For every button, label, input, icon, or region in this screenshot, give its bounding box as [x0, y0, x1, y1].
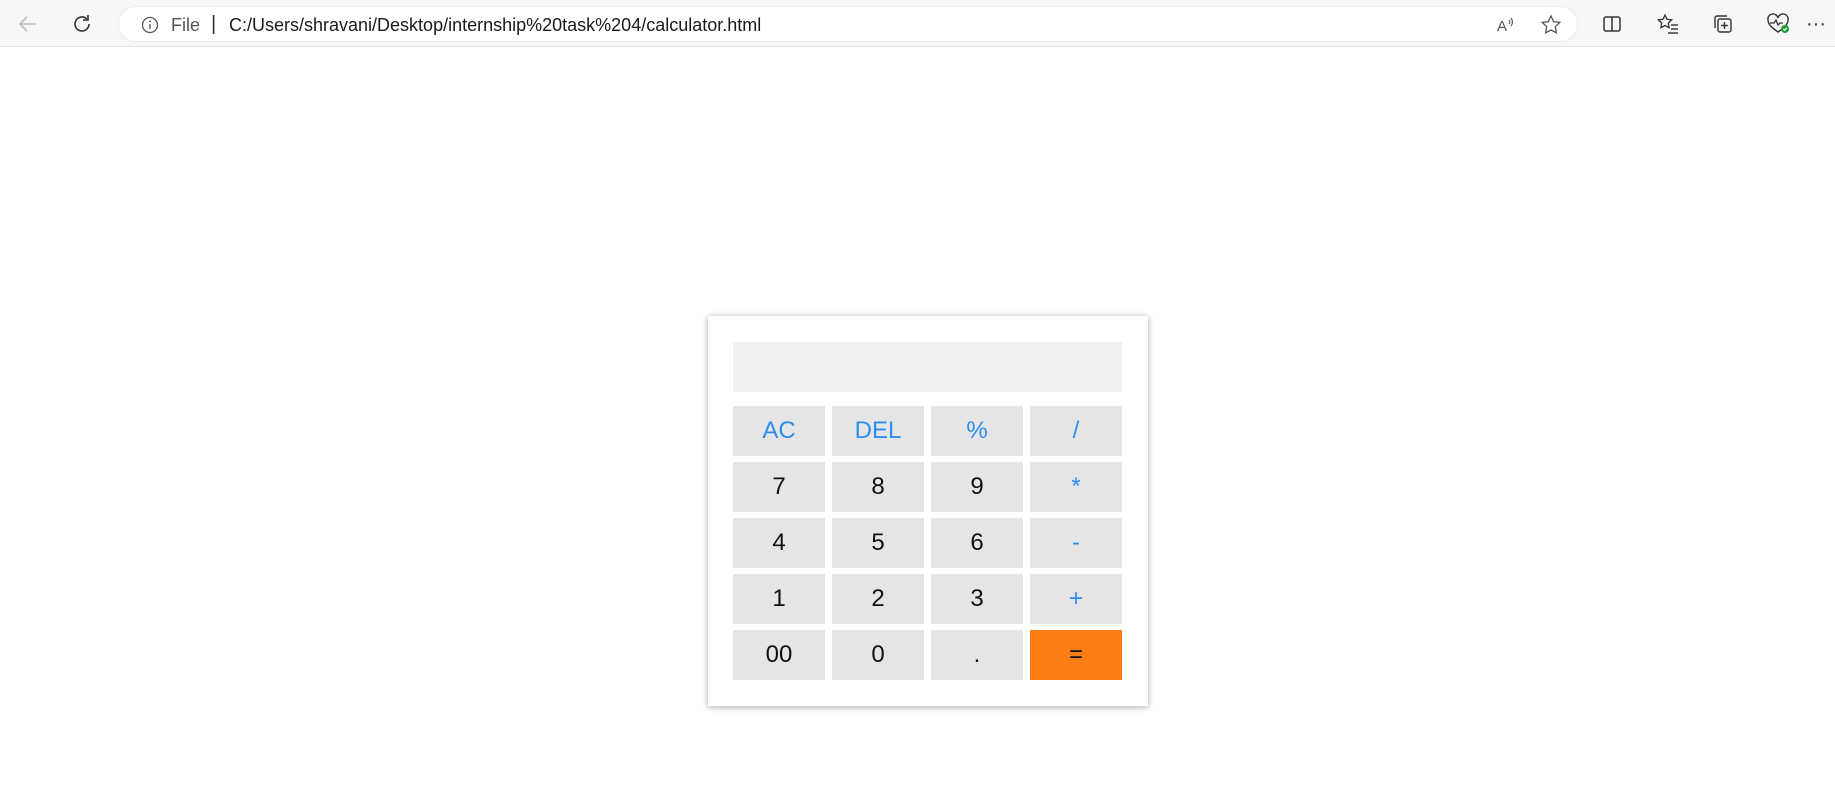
svg-text:A: A [1497, 18, 1507, 35]
key-2-button[interactable]: 2 [832, 574, 924, 624]
key-7-button[interactable]: 7 [733, 462, 825, 512]
collections-icon [1714, 15, 1732, 33]
key-6-button[interactable]: 6 [931, 518, 1023, 568]
address-separator: | [211, 13, 217, 35]
key-4-button[interactable]: 4 [733, 518, 825, 568]
key-clear-button[interactable]: AC [733, 406, 825, 456]
key-plus-button[interactable]: + [1030, 574, 1122, 624]
refresh-button[interactable] [64, 6, 100, 42]
collections-button[interactable] [1705, 6, 1741, 42]
split-screen-button[interactable] [1594, 6, 1630, 42]
favorites-button[interactable] [1650, 6, 1686, 42]
key-3-button[interactable]: 3 [931, 574, 1023, 624]
key-8-button[interactable]: 8 [832, 462, 924, 512]
key-9-button[interactable]: 9 [931, 462, 1023, 512]
browser-essentials-button[interactable] [1760, 6, 1796, 42]
calculator: AC DEL%/ 7 8 9 * 4 5 6- 1 2 3 +00 0. = [708, 316, 1148, 706]
read-aloud-icon[interactable]: A [1494, 13, 1518, 37]
key-percent-button[interactable]: % [931, 406, 1023, 456]
calculator-display[interactable] [733, 342, 1122, 392]
more-options-button[interactable]: ··· [1806, 6, 1835, 42]
heart-pulse-icon [1767, 13, 1789, 33]
key-delete-button[interactable]: DEL [832, 406, 924, 456]
favorites-list-icon [1657, 13, 1678, 34]
key-multiply-button[interactable]: * [1030, 462, 1122, 512]
refresh-icon [74, 15, 90, 32]
key-decimal-button[interactable]: . [931, 630, 1023, 680]
browser-toolbar: File | C:/Users/shravani/Desktop/interns… [0, 0, 1835, 47]
key-5-button[interactable]: 5 [832, 518, 924, 568]
key-equals-button[interactable]: = [1030, 630, 1122, 680]
favorite-star-icon[interactable] [1539, 13, 1563, 37]
address-url[interactable]: C:/Users/shravani/Desktop/internship%20t… [229, 15, 761, 36]
key-00-button[interactable]: 00 [733, 630, 825, 680]
address-bar[interactable]: File | C:/Users/shravani/Desktop/interns… [118, 6, 1578, 42]
key-1-button[interactable]: 1 [733, 574, 825, 624]
calculator-keypad: AC DEL%/ 7 8 9 * 4 5 6- 1 2 3 +00 0. = [733, 406, 1122, 680]
key-0-button[interactable]: 0 [832, 630, 924, 680]
key-divide-button[interactable]: / [1030, 406, 1122, 456]
split-screen-icon [1603, 16, 1621, 32]
address-protocol-label: File [171, 15, 201, 35]
site-info-icon[interactable] [141, 16, 159, 34]
back-arrow-icon [18, 16, 36, 32]
key-minus-button[interactable]: - [1030, 518, 1122, 568]
back-button[interactable] [10, 6, 46, 42]
